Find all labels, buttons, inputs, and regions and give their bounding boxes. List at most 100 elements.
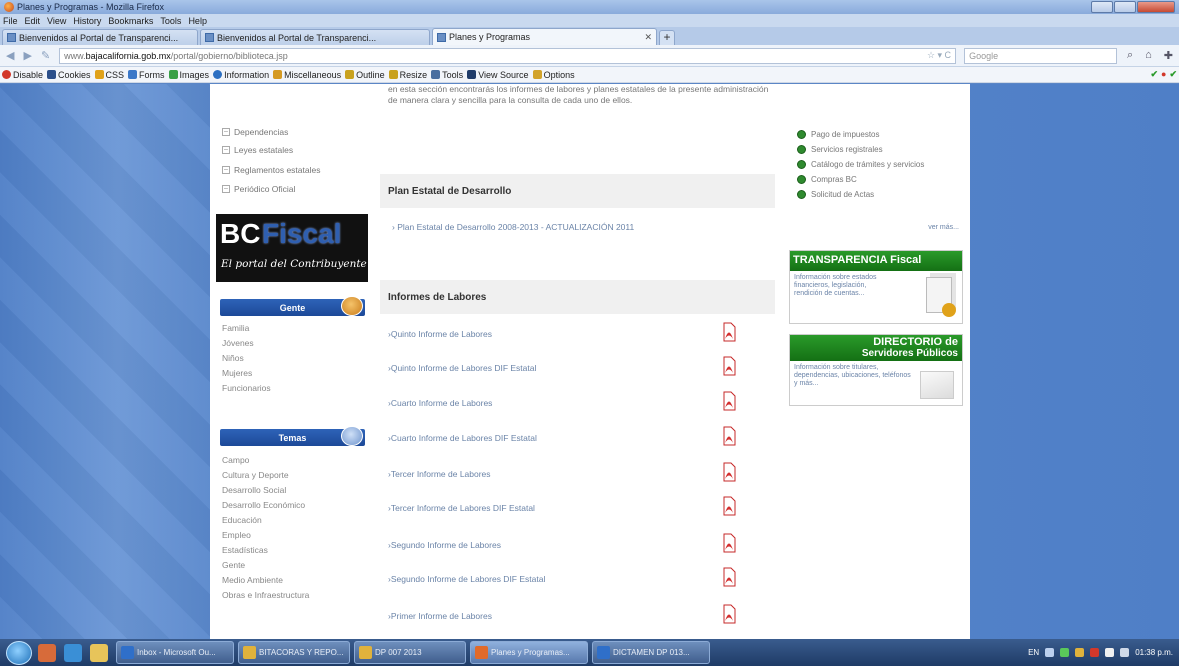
menu-file[interactable]: File [3,16,18,26]
service-registrales[interactable]: Servicios registrales [787,143,965,156]
bc-fiscal-banner[interactable]: BC Fiscal El portal del Contribuyente [216,214,368,282]
security-icon[interactable] [1090,648,1100,657]
search-input[interactable]: Google [964,47,1117,64]
pdf-icon[interactable] [722,391,736,411]
menu-bookmarks[interactable]: Bookmarks [108,16,153,26]
menu-view[interactable]: View [47,16,66,26]
tab-close-icon[interactable]: ✕ [644,32,652,43]
language-indicator[interactable]: EN [1028,648,1039,657]
devbar-images[interactable]: Images [168,70,209,80]
flag-icon[interactable] [1105,648,1115,657]
link-dependencias[interactable]: – Dependencias [210,124,288,140]
temas-item[interactable]: Obras e Infraestructura [222,587,367,602]
temas-item[interactable]: Empleo [222,527,367,542]
pdf-icon[interactable] [722,356,736,376]
report-row[interactable]: › Tercer Informe de Labores DIF Estatal [388,496,758,518]
search-icon[interactable]: ⌕ [1127,49,1133,62]
devbar-miscellaneous[interactable]: Miscellaneous [273,70,341,80]
pdf-icon[interactable] [722,604,736,624]
pdf-icon[interactable] [722,426,736,446]
temas-item[interactable]: Campo [222,452,367,467]
pdf-icon[interactable] [722,533,736,553]
gente-item[interactable]: Funcionarios [222,380,367,395]
service-solicitud-actas[interactable]: Solicitud de Actas [787,188,965,201]
clock[interactable]: 01:38 p.m. [1135,648,1173,657]
devbar-disable[interactable]: Disable [2,70,43,80]
tab-portal-transparencia-2[interactable]: Bienvenidos al Portal de Transparenci... [200,29,430,45]
devbar-options[interactable]: Options [532,70,575,80]
volume-icon[interactable] [1120,648,1130,657]
temas-item[interactable]: Desarrollo Social [222,482,367,497]
temas-item[interactable]: Gente [222,557,367,572]
devbar-forms[interactable]: Forms [128,70,165,80]
service-compras-bc[interactable]: Compras BC [787,173,965,186]
devbar-tools[interactable]: Tools [431,70,463,80]
tab-planes-programas[interactable]: Planes y Programas ✕ [432,28,657,45]
taskbar-bitacoras[interactable]: BITACORAS Y REPO... [238,641,350,664]
link-periodico-oficial[interactable]: – Periódico Oficial [210,181,295,197]
start-button[interactable] [6,640,32,665]
reload-icon[interactable]: ☆ ▾ C [927,50,951,61]
menu-edit[interactable]: Edit [25,16,41,26]
update-icon[interactable] [1075,648,1085,657]
taskbar-dp007[interactable]: DP 007 2013 [354,641,466,664]
devbar-cookies[interactable]: Cookies [47,70,91,80]
keyboard-icon[interactable] [1045,648,1055,657]
back-arrow-icon[interactable]: ◀ [6,49,14,62]
gente-item[interactable]: Mujeres [222,365,367,380]
ver-mas-link[interactable]: ver más... [928,224,959,231]
gente-item[interactable]: Niños [222,350,367,365]
report-row[interactable]: › Quinto Informe de Labores [388,322,758,344]
pdf-icon[interactable] [722,567,736,587]
pdf-icon[interactable] [722,496,736,516]
taskbar-firefox[interactable]: Planes y Programas... [470,641,588,664]
report-row[interactable]: › Cuarto Informe de Labores [388,391,758,413]
menu-tools[interactable]: Tools [160,16,181,26]
taskbar-outlook[interactable]: Inbox - Microsoft Ou... [116,641,234,664]
temas-item[interactable]: Cultura y Deporte [222,467,367,482]
close-window-button[interactable] [1137,1,1175,13]
explorer-icon[interactable] [90,643,108,662]
service-catalogo[interactable]: Catálogo de trámites y servicios [787,158,937,171]
tab-portal-transparencia-1[interactable]: Bienvenidos al Portal de Transparenci... [2,29,198,45]
menu-help[interactable]: Help [188,16,207,26]
minimize-button[interactable] [1091,1,1113,13]
devbar-resize[interactable]: Resize [388,70,427,80]
transparencia-fiscal-banner[interactable]: TRANSPARENCIA Fiscal Información sobre e… [789,250,963,324]
temas-item[interactable]: Estadísticas [222,542,367,557]
bookmark-pin-icon[interactable]: ✎ [41,49,50,62]
forward-arrow-icon[interactable]: ▶ [23,49,31,62]
devbar-outline[interactable]: Outline [345,70,385,80]
devbar-css[interactable]: CSS [94,70,124,80]
temas-item[interactable]: Medio Ambiente [222,572,367,587]
report-row[interactable]: › Cuarto Informe de Labores DIF Estatal [388,426,758,448]
report-row[interactable]: › Primer Informe de Labores [388,604,758,626]
devbar-view-source[interactable]: View Source [467,70,529,80]
paint-icon[interactable] [38,643,56,662]
plan-estatal-link[interactable]: › Plan Estatal de Desarrollo 2008-2013 -… [392,222,634,232]
temas-item[interactable]: Desarrollo Económico [222,497,367,512]
new-tab-button[interactable]: + [659,30,675,45]
report-row[interactable]: › Tercer Informe de Labores [388,462,758,484]
directorio-banner[interactable]: DIRECTORIO de Servidores Públicos Inform… [789,334,963,406]
report-row[interactable]: › Segundo Informe de Labores [388,533,758,555]
gente-item[interactable]: Familia [222,320,367,335]
network-icon[interactable] [1060,648,1070,657]
pin-icon[interactable]: ✚ [1164,49,1173,62]
pdf-icon[interactable] [722,462,736,482]
report-row[interactable]: › Quinto Informe de Labores DIF Estatal [388,356,758,378]
gente-item[interactable]: Jóvenes [222,335,367,350]
link-reglamentos[interactable]: – Reglamentos estatales [210,162,320,178]
pdf-icon[interactable] [722,322,736,342]
temas-item[interactable]: Educación [222,512,367,527]
menu-history[interactable]: History [73,16,101,26]
service-pago-impuestos[interactable]: Pago de impuestos [787,128,965,141]
ie-icon[interactable] [64,643,82,662]
report-row[interactable]: › Segundo Informe de Labores DIF Estatal [388,567,758,589]
address-bar[interactable]: www. bajacalifornia.gob.mx/portal/gobiern… [59,47,957,64]
home-icon[interactable]: ⌂ [1145,49,1152,62]
taskbar-dictamen[interactable]: DICTAMEN DP 013... [592,641,710,664]
devbar-information[interactable]: Information [213,70,269,80]
maximize-button[interactable] [1114,1,1136,13]
link-leyes-estatales[interactable]: – Leyes estatales [210,142,293,158]
